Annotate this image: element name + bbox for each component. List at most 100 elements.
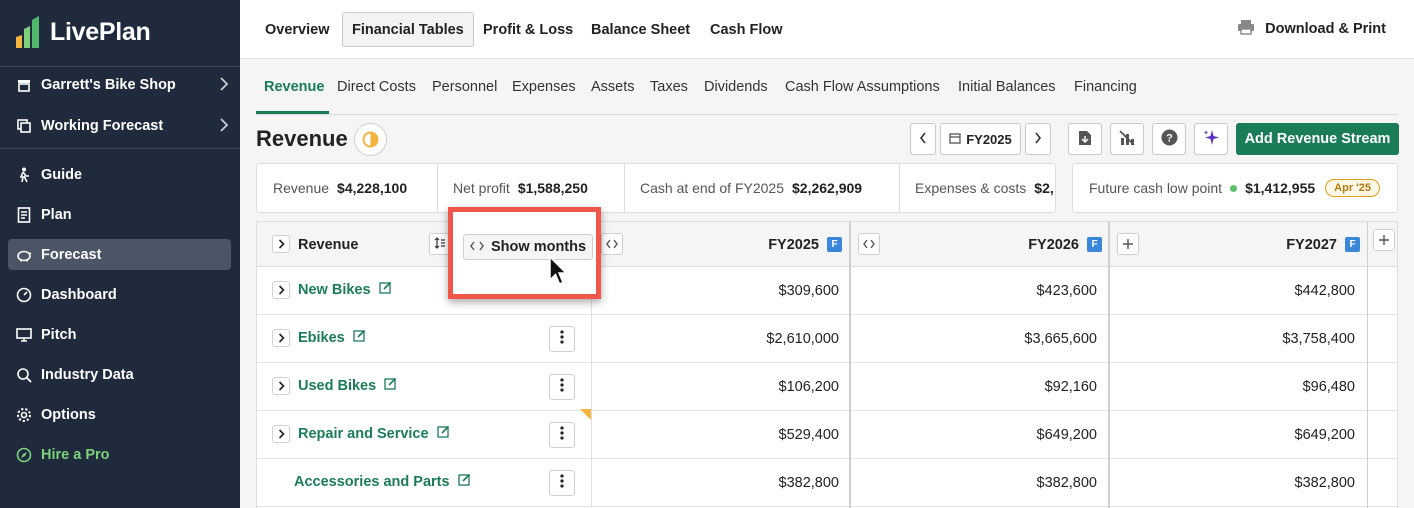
add-revenue-stream-button[interactable]: Add Revenue Stream [1236, 123, 1399, 155]
chevron-right-icon [1034, 132, 1042, 147]
value-fy2025[interactable]: $106,200 [597, 363, 839, 410]
summary-value: $2,262,909 [792, 180, 863, 196]
sidebar-item-hire-a-pro[interactable]: Hire a Pro [8, 439, 231, 470]
add-year-button[interactable] [1373, 229, 1395, 251]
revenue-stream-link[interactable]: Accessories and Parts [294, 473, 471, 490]
tab-financial-tables[interactable]: Financial Tables [342, 12, 474, 47]
subtab-dividends[interactable]: Dividends [704, 79, 768, 95]
tab-profit-loss[interactable]: Profit & Loss [474, 12, 582, 47]
sidebar-item-guide[interactable]: Guide [8, 159, 231, 190]
monitor-icon [16, 327, 32, 343]
revenue-stream-link[interactable]: Ebikes [298, 329, 366, 346]
value-fy2026[interactable]: $382,800 [857, 459, 1097, 506]
value-fy2025[interactable]: $382,800 [597, 459, 839, 506]
revenue-stream-link[interactable]: New Bikes [298, 281, 392, 298]
column-divider [1367, 222, 1368, 508]
row-menu-button[interactable] [549, 422, 575, 448]
sidebar-item-plan[interactable]: Plan [8, 199, 231, 230]
value-fy2026[interactable]: $3,665,600 [857, 315, 1097, 362]
subtab-direct-costs[interactable]: Direct Costs [337, 79, 416, 95]
row-menu-button[interactable] [549, 470, 575, 496]
subtab-expenses[interactable]: Expenses [512, 79, 576, 95]
value-fy2025[interactable]: $2,610,000 [597, 315, 839, 362]
subtab-cash-flow-assumptions[interactable]: Cash Flow Assumptions [785, 79, 940, 95]
edit-icon[interactable] [457, 473, 471, 490]
tab-overview[interactable]: Overview [256, 12, 339, 47]
row-menu-button[interactable] [549, 374, 575, 400]
tab-balance-sheet[interactable]: Balance Sheet [582, 12, 699, 47]
expand-fy2025-button[interactable] [601, 233, 623, 255]
compass-icon [16, 447, 32, 463]
expand-row-button[interactable] [272, 425, 290, 443]
sidebar-forecast-selector[interactable]: Working Forecast [8, 110, 231, 141]
edit-icon[interactable] [378, 281, 392, 298]
value-fy2026[interactable]: $92,160 [857, 363, 1097, 410]
value-fy2027[interactable]: $442,800 [1117, 267, 1355, 314]
half-moon-icon[interactable] [354, 123, 387, 156]
value-fy2027[interactable]: $382,800 [1117, 459, 1355, 506]
sidebar-item-pitch[interactable]: Pitch [8, 319, 231, 350]
edit-icon[interactable] [384, 377, 397, 394]
subtab-assets[interactable]: Assets [591, 79, 635, 95]
column-year: FY2025 [768, 236, 819, 253]
value-fy2026[interactable]: $649,200 [857, 411, 1097, 458]
value-fy2025[interactable]: $529,400 [597, 411, 839, 458]
logo-text: LivePlan [50, 17, 151, 46]
sidebar-item-options[interactable]: Options [8, 399, 231, 430]
sidebar-item-dashboard[interactable]: Dashboard [8, 279, 231, 310]
expand-fy2026-button[interactable] [858, 233, 880, 255]
edit-icon[interactable] [353, 329, 366, 346]
value-fy2025[interactable]: $309,600 [597, 267, 839, 314]
expand-row-button[interactable] [272, 329, 290, 347]
logo[interactable]: LivePlan [14, 14, 151, 50]
kebab-icon [560, 426, 564, 444]
previous-year-button[interactable] [910, 123, 936, 155]
value-fy2027[interactable]: $649,200 [1117, 411, 1355, 458]
export-file-button[interactable] [1068, 123, 1102, 155]
sidebar-item-forecast[interactable]: Forecast [8, 239, 231, 270]
ai-assist-button[interactable] [1194, 123, 1228, 155]
forecast-badge: F [1087, 237, 1102, 252]
summary-label: Revenue [273, 180, 330, 196]
sidebar-item-label: Forecast [41, 246, 102, 263]
edit-icon[interactable] [436, 425, 450, 442]
expand-all-button[interactable] [272, 235, 290, 253]
value-fy2027[interactable]: $96,480 [1117, 363, 1355, 410]
sidebar-business-selector[interactable]: Garrett's Bike Shop [8, 69, 231, 100]
tab-cash-flow[interactable]: Cash Flow [701, 12, 792, 47]
row-menu-button[interactable] [549, 326, 575, 352]
next-year-button[interactable] [1025, 123, 1051, 155]
chevron-right-icon [278, 330, 285, 347]
expand-row-button[interactable] [272, 377, 290, 395]
expand-row-button[interactable] [272, 281, 290, 299]
subtab-financing[interactable]: Financing [1074, 79, 1137, 95]
stream-name: New Bikes [298, 281, 371, 298]
value-fy2027[interactable]: $3,758,400 [1117, 315, 1355, 362]
show-months-button[interactable]: Show months [463, 234, 594, 260]
download-print-button[interactable]: Download & Print [1237, 19, 1386, 39]
chevron-right-icon [278, 426, 285, 443]
add-column-button[interactable] [1117, 233, 1139, 255]
subtab-revenue[interactable]: Revenue [264, 79, 324, 95]
subtab-taxes[interactable]: Taxes [650, 79, 688, 95]
year-selector[interactable]: FY2025 [940, 123, 1021, 155]
subtab-initial-balances[interactable]: Initial Balances [958, 79, 1056, 95]
storefront-icon [16, 77, 32, 93]
future-cash-low-point[interactable]: Future cash low point $1,412,955 Apr '25 [1072, 163, 1398, 213]
gauge-icon [16, 287, 32, 303]
table-header: Revenue FY2025 F FY2026 F FY2027 F [257, 222, 1397, 267]
chevron-right-icon [278, 378, 285, 395]
revenue-stream-link[interactable]: Used Bikes [298, 377, 397, 394]
value-fy2026[interactable]: $423,600 [857, 267, 1097, 314]
revenue-stream-link[interactable]: Repair and Service [298, 425, 450, 442]
summary-value: $2, [1034, 180, 1054, 196]
summary-value: $4,228,100 [337, 180, 408, 196]
hide-chart-button[interactable] [1110, 123, 1144, 155]
plus-icon [1379, 232, 1389, 249]
help-button[interactable]: ? [1152, 123, 1186, 155]
summary-divider [899, 164, 900, 212]
column-year: FY2026 [1028, 236, 1079, 253]
subtab-personnel[interactable]: Personnel [432, 79, 497, 95]
row-name-cell: Used Bikes [257, 363, 592, 410]
sidebar-item-industry-data[interactable]: Industry Data [8, 359, 231, 390]
